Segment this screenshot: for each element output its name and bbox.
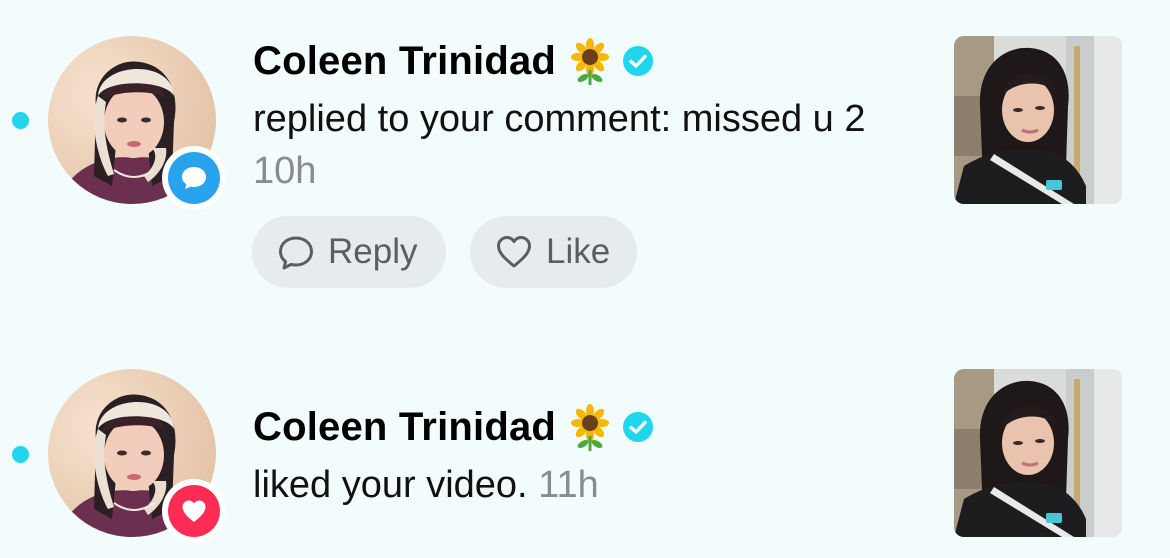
avatar[interactable] (48, 36, 226, 210)
name-row: Coleen Trinidad (253, 402, 654, 452)
sunflower-icon (571, 38, 610, 85)
comment-outline-icon (279, 236, 313, 270)
user-name[interactable]: Coleen Trinidad (253, 39, 556, 84)
heart-outline-icon (497, 236, 531, 268)
verified-icon (623, 412, 654, 442)
action-row: Reply Like (252, 216, 637, 288)
like-label: Like (546, 232, 611, 271)
comment-badge (162, 146, 226, 210)
message-text: liked your video. (253, 464, 528, 506)
video-thumbnail[interactable] (954, 369, 1122, 537)
like-button[interactable]: Like (470, 216, 637, 288)
notification-message: replied to your comment: missed u 2 10h (253, 93, 903, 197)
reply-button[interactable]: Reply (252, 216, 446, 288)
timestamp: 11h (538, 464, 599, 506)
comment-icon (182, 167, 206, 189)
timestamp: 10h (253, 150, 317, 192)
notification-message: liked your video. 11h (253, 459, 903, 511)
sunflower-icon (571, 404, 610, 451)
reply-label: Reply (328, 232, 418, 271)
unread-indicator (12, 446, 29, 463)
message-text: replied to your comment: missed u 2 (253, 98, 866, 140)
user-name[interactable]: Coleen Trinidad (253, 405, 556, 450)
like-badge (162, 479, 226, 543)
verified-icon (623, 46, 654, 76)
video-thumbnail-image (954, 36, 1122, 204)
unread-indicator (12, 112, 29, 129)
video-thumbnail-image (954, 369, 1122, 537)
avatar[interactable] (48, 369, 226, 543)
heart-icon (182, 500, 206, 522)
name-row: Coleen Trinidad (253, 36, 654, 86)
video-thumbnail[interactable] (954, 36, 1122, 204)
